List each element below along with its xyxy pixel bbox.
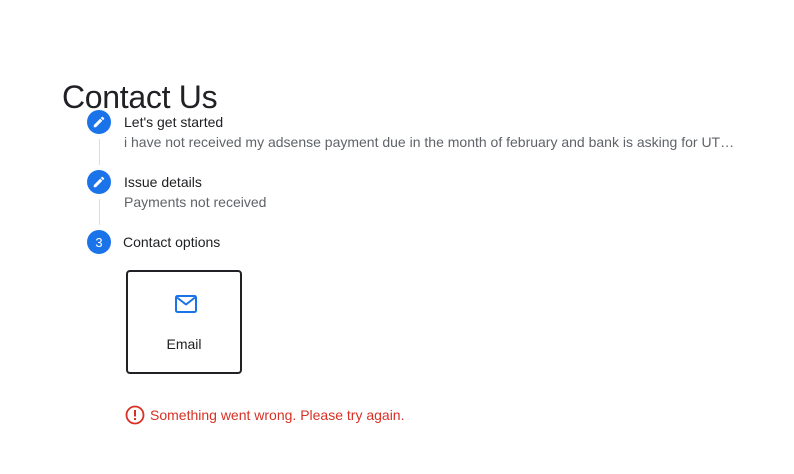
step-edit-marker[interactable] bbox=[87, 170, 111, 194]
email-contact-option[interactable]: Email bbox=[126, 270, 242, 374]
error-message: Something went wrong. Please try again. bbox=[125, 405, 404, 425]
step-title: Contact options bbox=[123, 234, 221, 250]
step-title: Let's get started bbox=[124, 114, 224, 130]
step-summary: Payments not received bbox=[124, 194, 267, 210]
error-text: Something went wrong. Please try again. bbox=[150, 407, 405, 423]
step-summary: i have not received my adsense payment d… bbox=[124, 134, 735, 150]
step-connector bbox=[99, 139, 100, 165]
step-connector bbox=[99, 199, 100, 225]
pencil-icon bbox=[93, 116, 105, 128]
contact-us-page: Contact Us Let's get started i have not … bbox=[0, 0, 794, 474]
pencil-icon bbox=[93, 176, 105, 188]
error-icon bbox=[125, 405, 145, 425]
mail-icon bbox=[175, 295, 197, 313]
step-title: Issue details bbox=[124, 174, 202, 190]
page-title: Contact Us bbox=[62, 79, 218, 116]
step-number-badge: 3 bbox=[87, 230, 111, 254]
email-option-label: Email bbox=[166, 336, 202, 352]
step-edit-marker[interactable] bbox=[87, 110, 111, 134]
